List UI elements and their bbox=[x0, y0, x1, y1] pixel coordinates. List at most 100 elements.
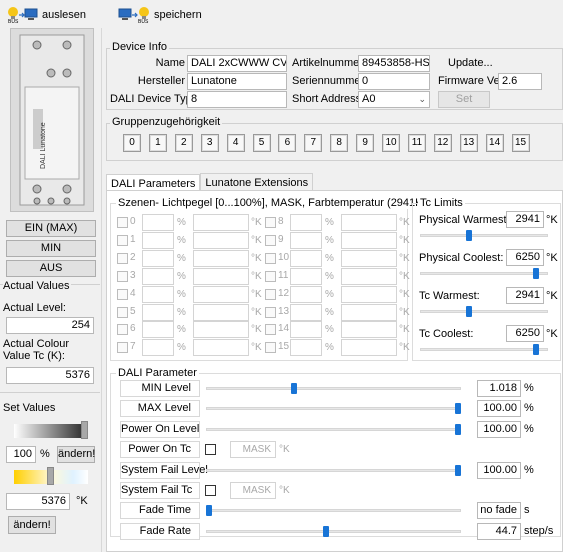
scene-level-input[interactable] bbox=[290, 321, 322, 339]
scene-level-input[interactable] bbox=[290, 267, 322, 285]
group-button-9[interactable]: 9 bbox=[356, 134, 375, 152]
tc-limit-slider-thumb[interactable] bbox=[466, 306, 473, 317]
param-slider-thumb[interactable] bbox=[455, 464, 461, 476]
scene-level-input[interactable] bbox=[142, 321, 174, 339]
scene-checkbox[interactable] bbox=[117, 342, 128, 354]
group-button-7[interactable]: 7 bbox=[304, 134, 323, 152]
scene-tc-input[interactable] bbox=[193, 285, 249, 303]
name-field[interactable]: DALI 2xCWWW CV 1... bbox=[187, 55, 287, 72]
param-checkbox[interactable] bbox=[205, 485, 216, 496]
tc-limit-value[interactable]: 2941 bbox=[506, 211, 544, 228]
scene-checkbox[interactable] bbox=[117, 217, 128, 228]
scene-checkbox[interactable] bbox=[117, 252, 128, 264]
serial-field[interactable]: 0 bbox=[358, 73, 430, 90]
scene-checkbox[interactable] bbox=[117, 306, 128, 318]
scene-level-input[interactable] bbox=[290, 303, 322, 321]
group-button-5[interactable]: 5 bbox=[252, 134, 271, 152]
manufacturer-field[interactable]: Lunatone bbox=[187, 73, 287, 90]
group-button-3[interactable]: 3 bbox=[200, 134, 219, 152]
scene-level-input[interactable] bbox=[142, 214, 174, 231]
read-button[interactable]: BUS auslesen bbox=[6, 6, 86, 24]
scene-tc-input[interactable] bbox=[341, 303, 397, 321]
group-button-4[interactable]: 4 bbox=[226, 134, 245, 152]
scene-tc-input[interactable] bbox=[341, 231, 397, 249]
colour-slider-thumb[interactable] bbox=[47, 467, 54, 485]
scene-level-input[interactable] bbox=[142, 339, 174, 357]
group-button-15[interactable]: 15 bbox=[511, 134, 530, 152]
scene-tc-input[interactable] bbox=[193, 267, 249, 285]
tc-input[interactable]: 5376 bbox=[6, 493, 70, 510]
device-type-field[interactable]: 8 bbox=[187, 91, 287, 108]
param-slider-thumb[interactable] bbox=[290, 383, 297, 394]
scene-level-input[interactable] bbox=[142, 303, 174, 321]
scene-level-input[interactable] bbox=[142, 231, 174, 249]
param-value[interactable]: 1.018 bbox=[477, 380, 521, 397]
scene-tc-input[interactable] bbox=[193, 339, 249, 357]
scene-tc-input[interactable] bbox=[193, 249, 249, 267]
update-link[interactable]: Update... bbox=[448, 57, 493, 69]
tc-limit-slider-thumb[interactable] bbox=[533, 268, 540, 279]
group-button-8[interactable]: 8 bbox=[330, 134, 349, 152]
param-slider-thumb[interactable] bbox=[206, 505, 212, 517]
scene-checkbox[interactable] bbox=[265, 288, 276, 300]
param-mask-input[interactable]: MASK bbox=[230, 482, 276, 499]
param-slider-thumb[interactable] bbox=[455, 403, 461, 415]
param-checkbox[interactable] bbox=[205, 444, 216, 456]
scene-checkbox[interactable] bbox=[117, 324, 128, 336]
scene-checkbox[interactable] bbox=[265, 270, 276, 282]
set-button[interactable]: Set bbox=[438, 91, 490, 108]
scene-tc-input[interactable] bbox=[193, 214, 249, 231]
scene-level-input[interactable] bbox=[142, 267, 174, 285]
change-level-button[interactable]: ändern! bbox=[57, 446, 95, 463]
scene-level-input[interactable] bbox=[290, 214, 322, 231]
scene-tc-input[interactable] bbox=[341, 339, 397, 357]
scene-tc-input[interactable] bbox=[341, 267, 397, 285]
scene-level-input[interactable] bbox=[290, 231, 322, 249]
group-button-1[interactable]: 1 bbox=[148, 134, 167, 152]
scene-level-input[interactable] bbox=[290, 339, 322, 357]
max-button[interactable]: EIN (MAX) bbox=[6, 220, 96, 237]
scene-level-input[interactable] bbox=[290, 285, 322, 303]
param-slider-thumb[interactable] bbox=[455, 423, 461, 435]
param-value[interactable]: 100.00 bbox=[477, 400, 521, 418]
param-value[interactable]: 44.7 bbox=[477, 522, 521, 540]
change-tc-button[interactable]: ändern! bbox=[8, 516, 56, 534]
scene-checkbox[interactable] bbox=[265, 324, 276, 336]
firmware-field[interactable]: 2.6 bbox=[498, 73, 542, 90]
tc-limit-value[interactable]: 6250 bbox=[506, 325, 544, 342]
tc-limit-value[interactable]: 2941 bbox=[506, 287, 544, 304]
min-button[interactable]: MIN bbox=[6, 240, 96, 257]
group-button-13[interactable]: 13 bbox=[459, 134, 478, 152]
param-value[interactable]: no fade bbox=[477, 502, 521, 520]
scene-tc-input[interactable] bbox=[193, 303, 249, 321]
group-button-12[interactable]: 12 bbox=[433, 134, 452, 152]
scene-checkbox[interactable] bbox=[265, 342, 276, 354]
article-field[interactable]: 89453858-HS bbox=[358, 55, 430, 72]
brightness-slider-thumb[interactable] bbox=[81, 421, 88, 439]
group-button-10[interactable]: 10 bbox=[382, 134, 400, 152]
scene-tc-input[interactable] bbox=[341, 321, 397, 339]
group-button-11[interactable]: 11 bbox=[407, 134, 426, 152]
scene-checkbox[interactable] bbox=[117, 234, 128, 246]
scene-checkbox[interactable] bbox=[265, 306, 276, 318]
scene-checkbox[interactable] bbox=[265, 217, 276, 228]
scene-checkbox[interactable] bbox=[265, 252, 276, 264]
scene-tc-input[interactable] bbox=[341, 249, 397, 267]
scene-level-input[interactable] bbox=[290, 249, 322, 267]
scene-checkbox[interactable] bbox=[265, 234, 276, 246]
scene-tc-input[interactable] bbox=[341, 214, 397, 231]
group-button-6[interactable]: 6 bbox=[278, 134, 297, 152]
param-value[interactable]: 100.00 bbox=[477, 461, 521, 479]
param-slider-thumb[interactable] bbox=[323, 525, 330, 537]
save-button[interactable]: BUS speichern bbox=[118, 6, 202, 24]
scene-checkbox[interactable] bbox=[117, 288, 128, 300]
scene-level-input[interactable] bbox=[142, 285, 174, 303]
tc-limit-slider-thumb[interactable] bbox=[533, 344, 540, 355]
tc-limit-value[interactable]: 6250 bbox=[506, 249, 544, 266]
level-input[interactable]: 100 bbox=[6, 446, 36, 463]
group-button-2[interactable]: 2 bbox=[174, 134, 193, 152]
off-button[interactable]: AUS bbox=[6, 260, 96, 277]
param-value[interactable]: 100.00 bbox=[477, 420, 521, 438]
scene-checkbox[interactable] bbox=[117, 270, 128, 282]
scene-tc-input[interactable] bbox=[193, 321, 249, 339]
